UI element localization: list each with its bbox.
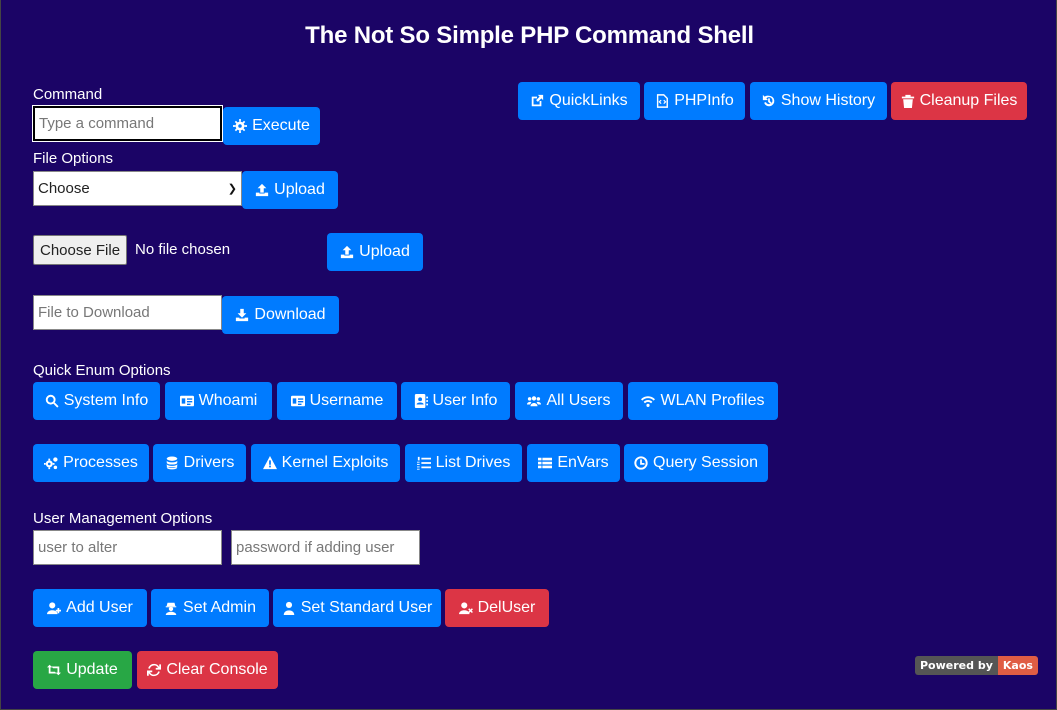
upload-file-button[interactable]: Upload [327, 233, 423, 271]
file-options-select[interactable]: Choose ❯ [33, 171, 242, 206]
set-admin-button[interactable]: Set Admin [151, 589, 269, 627]
file-code-icon [657, 94, 669, 108]
warning-icon [262, 456, 277, 470]
command-input[interactable] [32, 105, 223, 142]
show-history-button[interactable]: Show History [750, 82, 887, 120]
whoami-button[interactable]: Whoami [165, 382, 272, 420]
retweet-icon [47, 664, 62, 676]
upload-icon [256, 183, 269, 197]
user-secret-icon [165, 602, 177, 615]
execute-button[interactable]: Execute [223, 107, 320, 145]
kernel-exploits-label: Kernel Exploits [281, 454, 389, 471]
file-options-select-value: Choose [38, 180, 90, 197]
no-file-chosen-text: No file chosen [135, 241, 231, 258]
update-button[interactable]: Update [33, 651, 132, 689]
user-info-label: User Info [432, 392, 498, 409]
quicklinks-label: QuickLinks [549, 92, 628, 109]
del-user-label: DelUser [477, 599, 536, 616]
page-title: The Not So Simple PHP Command Shell [305, 22, 754, 49]
user-info-button[interactable]: User Info [401, 382, 510, 420]
badge-label: Powered by [915, 656, 998, 675]
upload-icon [341, 245, 354, 259]
password-input[interactable] [231, 530, 420, 565]
clear-console-label: Clear Console [166, 661, 268, 678]
search-icon [45, 394, 59, 408]
del-user-button[interactable]: DelUser [445, 589, 549, 627]
command-label: Command [33, 86, 103, 103]
quicklinks-button[interactable]: QuickLinks [518, 82, 640, 120]
download-label: Download [254, 306, 326, 323]
user-plus-icon [47, 602, 62, 615]
execute-label: Execute [252, 117, 310, 134]
cogs-icon [44, 457, 58, 470]
query-session-label: Query Session [653, 454, 758, 471]
users-icon [527, 396, 542, 407]
address-book-icon [414, 394, 428, 408]
external-link-icon [532, 94, 544, 107]
download-icon [236, 308, 249, 322]
phpinfo-label: PHPInfo [674, 92, 734, 109]
envars-button[interactable]: EnVars [527, 444, 620, 482]
id-card-icon [290, 395, 305, 407]
sync-icon [147, 663, 162, 677]
choose-file-button[interactable]: Choose File [33, 235, 128, 265]
set-admin-label: Set Admin [183, 599, 256, 616]
wlan-profiles-label: WLAN Profiles [660, 392, 765, 409]
show-history-label: Show History [780, 92, 876, 109]
history-icon [762, 94, 775, 107]
chevron-down-icon: ❯ [227, 183, 237, 195]
envars-label: EnVars [557, 454, 609, 471]
user-management-label: User Management Options [33, 510, 213, 527]
badge-value: Kaos [997, 656, 1038, 675]
cog-icon [233, 119, 248, 133]
user-to-alter-input[interactable] [33, 530, 222, 565]
whoami-label: Whoami [198, 392, 258, 409]
trash-icon [901, 94, 914, 108]
id-card-icon [179, 395, 194, 407]
drivers-button[interactable]: Drivers [153, 444, 246, 482]
add-user-label: Add User [66, 599, 133, 616]
all-users-button[interactable]: All Users [515, 382, 623, 420]
cleanup-files-label: Cleanup Files [919, 92, 1018, 109]
set-standard-user-button[interactable]: Set Standard User [273, 589, 441, 627]
upload-file-label: Upload [359, 243, 410, 260]
clear-console-button[interactable]: Clear Console [137, 651, 278, 689]
download-button[interactable]: Download [222, 296, 339, 334]
database-icon [166, 456, 177, 470]
list-drives-label: List Drives [435, 454, 511, 471]
user-icon [283, 601, 294, 615]
processes-button[interactable]: Processes [33, 444, 149, 482]
cleanup-files-button[interactable]: Cleanup Files [891, 82, 1027, 120]
powered-by-badge[interactable]: Powered by Kaos [915, 656, 1038, 675]
username-button[interactable]: Username [277, 382, 397, 420]
update-label: Update [66, 661, 118, 678]
set-standard-user-label: Set Standard User [300, 599, 433, 616]
wlan-profiles-button[interactable]: WLAN Profiles [628, 382, 778, 420]
all-users-label: All Users [546, 392, 611, 409]
add-user-button[interactable]: Add User [33, 589, 147, 627]
wifi-icon [641, 396, 656, 407]
processes-label: Processes [63, 454, 138, 471]
user-times-icon [458, 602, 473, 615]
upload-button[interactable]: Upload [242, 171, 338, 209]
system-info-label: System Info [63, 392, 149, 409]
kernel-exploits-button[interactable]: Kernel Exploits [251, 444, 400, 482]
drivers-label: Drivers [183, 454, 235, 471]
clock-icon [634, 456, 648, 470]
username-label: Username [309, 392, 384, 409]
system-info-button[interactable]: System Info [33, 382, 160, 420]
list-ol-icon [416, 456, 431, 470]
file-options-label: File Options [33, 150, 114, 167]
query-session-button[interactable]: Query Session [624, 444, 768, 482]
table-list-icon [538, 457, 553, 469]
quick-enum-label: Quick Enum Options [33, 362, 171, 379]
upload-label: Upload [274, 181, 325, 198]
phpinfo-button[interactable]: PHPInfo [644, 82, 745, 120]
file-to-download-input[interactable] [33, 295, 222, 330]
list-drives-button[interactable]: List Drives [405, 444, 522, 482]
